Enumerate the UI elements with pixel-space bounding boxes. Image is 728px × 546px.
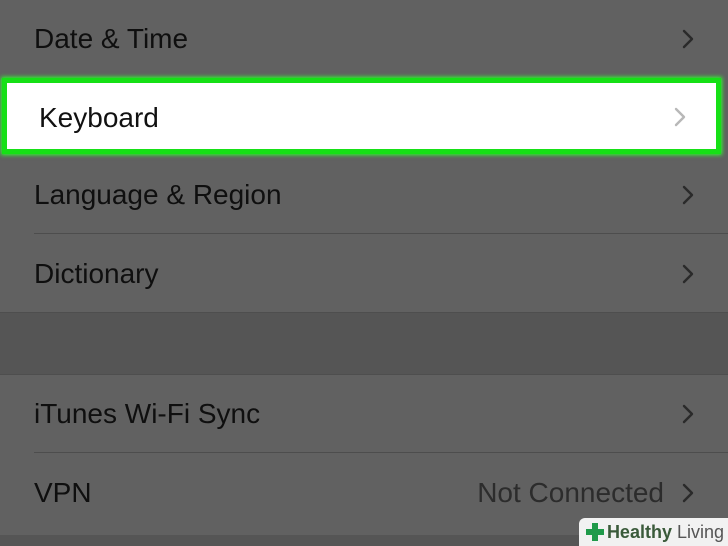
chevron-right-icon [674,107,686,127]
chevron-right-icon [682,29,694,49]
row-label: VPN [34,477,92,508]
row-dictionary[interactable]: Dictionary [0,235,728,313]
row-language-region[interactable]: Language & Region [0,156,728,234]
chevron-right-icon [682,404,694,424]
row-label: Dictionary [34,258,159,289]
watermark-brand: Healthy Living [607,522,724,543]
plus-cross-icon [585,523,604,541]
chevron-right-icon [682,483,694,503]
section-gap [0,313,728,375]
row-divider [34,233,728,234]
chevron-right-icon [682,264,694,284]
watermark-brand-rest: Living [671,521,724,542]
watermark-brand-bold: Healthy [606,521,672,542]
row-divider [34,452,728,453]
watermark: Healthy Living [578,518,728,546]
settings-screen: Date & Time Language & Region Dictionary… [0,0,728,546]
row-label: Keyboard [39,102,159,133]
row-label: Date & Time [34,23,189,54]
settings-group-general: Date & Time Language & Region Dictionary [0,0,728,313]
chevron-right-icon [682,185,694,205]
row-label: iTunes Wi-Fi Sync [34,398,261,429]
row-itunes-wifi-sync[interactable]: iTunes Wi-Fi Sync [0,375,728,453]
settings-group-sync: iTunes Wi-Fi Sync VPN Not Connected [0,375,728,535]
row-keyboard[interactable]: Keyboard [2,78,721,154]
row-date-time[interactable]: Date & Time [0,0,728,78]
row-label: Language & Region [34,179,282,210]
